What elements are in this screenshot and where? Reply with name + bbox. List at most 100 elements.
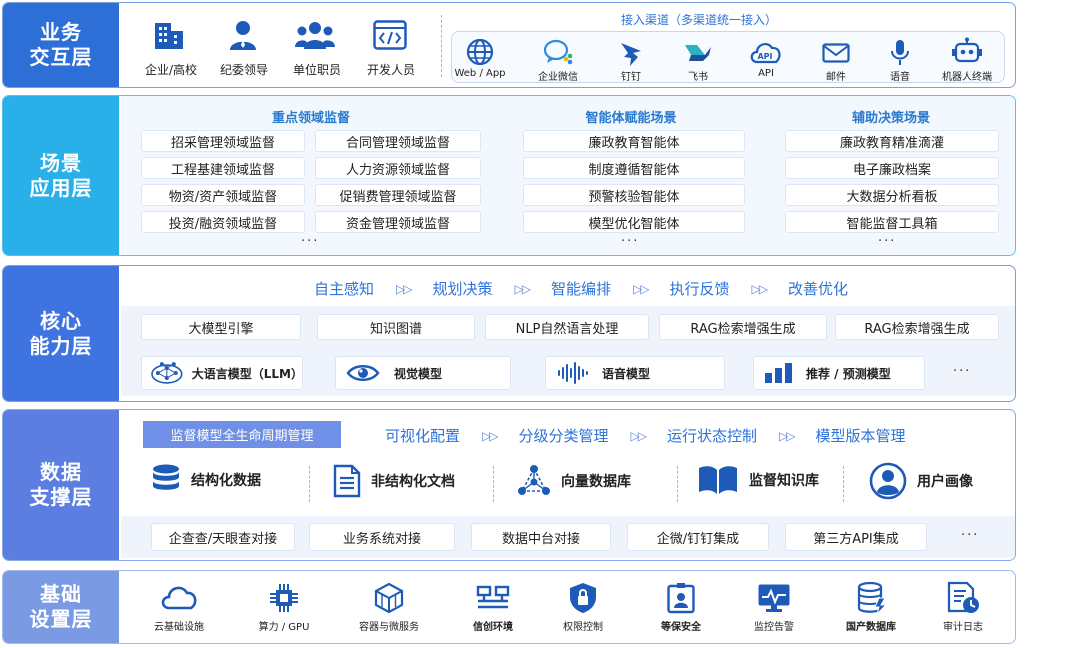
integration-item[interactable]: 第三方API集成 bbox=[785, 523, 927, 551]
channel-label: API bbox=[758, 68, 774, 79]
infra-label: 信创环境 bbox=[473, 622, 513, 633]
layer-label-line: 支撑层 bbox=[29, 485, 93, 509]
data-source-structured[interactable]: 结构化数据 bbox=[151, 464, 261, 496]
scenario-item[interactable]: 工程基建领域监督 bbox=[141, 157, 305, 179]
layer-content: 重点领域监督 招采管理领域监督 工程基建领域监督 物资/资产领域监督 投资/融资… bbox=[121, 96, 1015, 255]
divider bbox=[441, 15, 442, 77]
layer-infrastructure: 基础 设置层 云基础设施 算力 / GPU 容器与微服务 信创环境 权限控制 等… bbox=[2, 570, 1016, 644]
data-source-knowledge-base[interactable]: 监督知识库 bbox=[697, 464, 819, 496]
scenario-item[interactable]: 资金管理领域监督 bbox=[315, 211, 481, 233]
flow-step: 模型版本管理 bbox=[815, 427, 906, 445]
scenario-item[interactable]: 智能监督工具箱 bbox=[785, 211, 999, 233]
data-source-label: 非结构化文档 bbox=[371, 474, 455, 490]
cloud-icon bbox=[161, 586, 197, 610]
integration-item[interactable]: 数据中台对接 bbox=[471, 523, 611, 551]
user-label: 开发人员 bbox=[366, 63, 416, 77]
scenario-item[interactable]: 投资/融资领域监督 bbox=[141, 211, 305, 233]
layer-data-support: 数据 支撑层 监督模型全生命周期管理 可视化配置 ▷▷ 分级分类管理 ▷▷ 运行… bbox=[2, 409, 1016, 561]
flow-arrow: ▷▷ bbox=[396, 281, 413, 296]
capability-item[interactable]: RAG检索增强生成 bbox=[659, 314, 827, 340]
capability-item[interactable]: 知识图谱 bbox=[317, 314, 475, 340]
channel-label: Web / App bbox=[454, 68, 506, 79]
infra-label: 权限控制 bbox=[563, 622, 603, 633]
capability-item[interactable]: RAG检索增强生成 bbox=[835, 314, 999, 340]
infra-label: 监控告警 bbox=[754, 622, 794, 633]
scenario-item[interactable]: 物资/资产领域监督 bbox=[141, 184, 305, 206]
enterprise-building-icon bbox=[155, 23, 183, 49]
ellipsis: ··· bbox=[961, 528, 980, 543]
data-source-label: 监督知识库 bbox=[749, 473, 819, 489]
layer-scenario-application: 场景 应用层 重点领域监督 招采管理领域监督 工程基建领域监督 物资/资产领域监… bbox=[2, 95, 1016, 256]
model-label: 大语言模型（LLM） bbox=[191, 366, 303, 381]
flow-step: 智能编排 bbox=[550, 280, 611, 298]
channels-panel bbox=[451, 31, 1005, 83]
flow-arrow: ▷▷ bbox=[778, 428, 796, 443]
integration-item[interactable]: 企微/钉钉集成 bbox=[627, 523, 769, 551]
infra-label: 国产数据库 bbox=[846, 622, 896, 633]
sound-wave-icon bbox=[558, 362, 588, 384]
chip-icon bbox=[270, 584, 298, 612]
model-label: 推荐 / 预测模型 bbox=[806, 366, 891, 381]
scenario-item[interactable]: 廉政教育精准滴灌 bbox=[785, 130, 999, 152]
scenario-item[interactable]: 大数据分析看板 bbox=[785, 184, 999, 206]
infra-label: 审计日志 bbox=[943, 622, 983, 633]
capability-item[interactable]: 大模型引擎 bbox=[141, 314, 301, 340]
capability-item[interactable]: NLP自然语言处理 bbox=[485, 314, 649, 340]
layer-label-line: 场景 bbox=[40, 150, 82, 175]
database-icon bbox=[153, 464, 179, 490]
scenario-item[interactable]: 促销费管理领域监督 bbox=[315, 184, 481, 206]
layer-label: 业务 交互层 bbox=[3, 3, 119, 87]
channel-label: 企业微信 bbox=[538, 72, 578, 83]
monitor-alert-icon bbox=[758, 584, 790, 612]
scenario-item[interactable]: 制度遵循智能体 bbox=[523, 157, 745, 179]
data-source-unstructured[interactable]: 非结构化文档 bbox=[333, 464, 455, 498]
channel-label: 机器人终端 bbox=[942, 72, 992, 83]
data-source-vector-db[interactable]: 向量数据库 bbox=[517, 464, 631, 498]
ellipsis: ··· bbox=[878, 234, 897, 249]
integration-item[interactable]: 业务系统对接 bbox=[309, 523, 455, 551]
scenario-item[interactable]: 廉政教育智能体 bbox=[523, 130, 745, 152]
model-recommend-predict[interactable]: 推荐 / 预测模型 bbox=[753, 356, 925, 390]
data-source-user-profile[interactable]: 用户画像 bbox=[869, 462, 973, 500]
layer-label: 数据 支撑层 bbox=[3, 410, 119, 560]
id-badge-icon bbox=[667, 583, 695, 614]
lifecycle-flow: 可视化配置 ▷▷ 分级分类管理 ▷▷ 运行状态控制 ▷▷ 模型版本管理 bbox=[385, 425, 905, 446]
staff-group-icon bbox=[295, 22, 335, 49]
scenario-item[interactable]: 电子廉政档案 bbox=[785, 157, 999, 179]
data-source-label: 结构化数据 bbox=[191, 473, 261, 489]
scenario-item[interactable]: 合同管理领域监督 bbox=[315, 130, 481, 152]
model-llm[interactable]: 大语言模型（LLM） bbox=[141, 356, 303, 390]
flow-step: 自主感知 bbox=[314, 280, 375, 298]
flow-step: 执行反馈 bbox=[669, 280, 730, 298]
data-source-label: 向量数据库 bbox=[561, 474, 631, 490]
shield-lock-icon bbox=[570, 583, 596, 613]
neural-network-icon bbox=[151, 362, 183, 384]
user-label: 单位职员 bbox=[292, 63, 342, 77]
channels-title: 接入渠道（多渠道统一接入） bbox=[621, 13, 778, 27]
infra-label: 等保安全 bbox=[661, 622, 701, 633]
flow-arrow: ▷▷ bbox=[632, 281, 650, 296]
scenario-item[interactable]: 招采管理领域监督 bbox=[141, 130, 305, 152]
scenario-item[interactable]: 模型优化智能体 bbox=[523, 211, 745, 233]
microphone-icon bbox=[891, 40, 909, 65]
model-vision[interactable]: 视觉模型 bbox=[335, 356, 511, 390]
ellipsis: ··· bbox=[621, 234, 640, 249]
process-flow: 自主感知 ▷▷ 规划决策 ▷▷ 智能编排 ▷▷ 执行反馈 ▷▷ 改善优化 bbox=[314, 278, 848, 299]
channel-label: 邮件 bbox=[826, 72, 846, 83]
layer-label-line: 应用层 bbox=[29, 175, 93, 200]
layer-content: 自主感知 ▷▷ 规划决策 ▷▷ 智能编排 ▷▷ 执行反馈 ▷▷ 改善优化 大模型… bbox=[121, 266, 1015, 401]
layer-business-interaction: 业务 交互层 企业/高校 纪委领导 单位职员 开发人员 接入渠道（多渠道统一接入… bbox=[2, 2, 1016, 88]
integration-item[interactable]: 企查查/天眼查对接 bbox=[151, 523, 295, 551]
section-title: 智能体赋能场景 bbox=[585, 111, 677, 126]
globe-icon bbox=[466, 38, 494, 66]
vector-nodes-icon bbox=[518, 465, 550, 495]
user-label: 企业/高校 bbox=[144, 63, 198, 77]
svg-text:API: API bbox=[757, 52, 772, 61]
flow-arrow: ▷▷ bbox=[514, 281, 532, 296]
user-label: 纪委领导 bbox=[219, 63, 269, 77]
scenario-item[interactable]: 预警核验智能体 bbox=[523, 184, 745, 206]
scenario-item[interactable]: 人力资源领域监督 bbox=[315, 157, 481, 179]
model-speech[interactable]: 语音模型 bbox=[545, 356, 725, 390]
layer-label: 核心 能力层 bbox=[3, 266, 119, 401]
flow-step: 改善优化 bbox=[787, 280, 848, 298]
